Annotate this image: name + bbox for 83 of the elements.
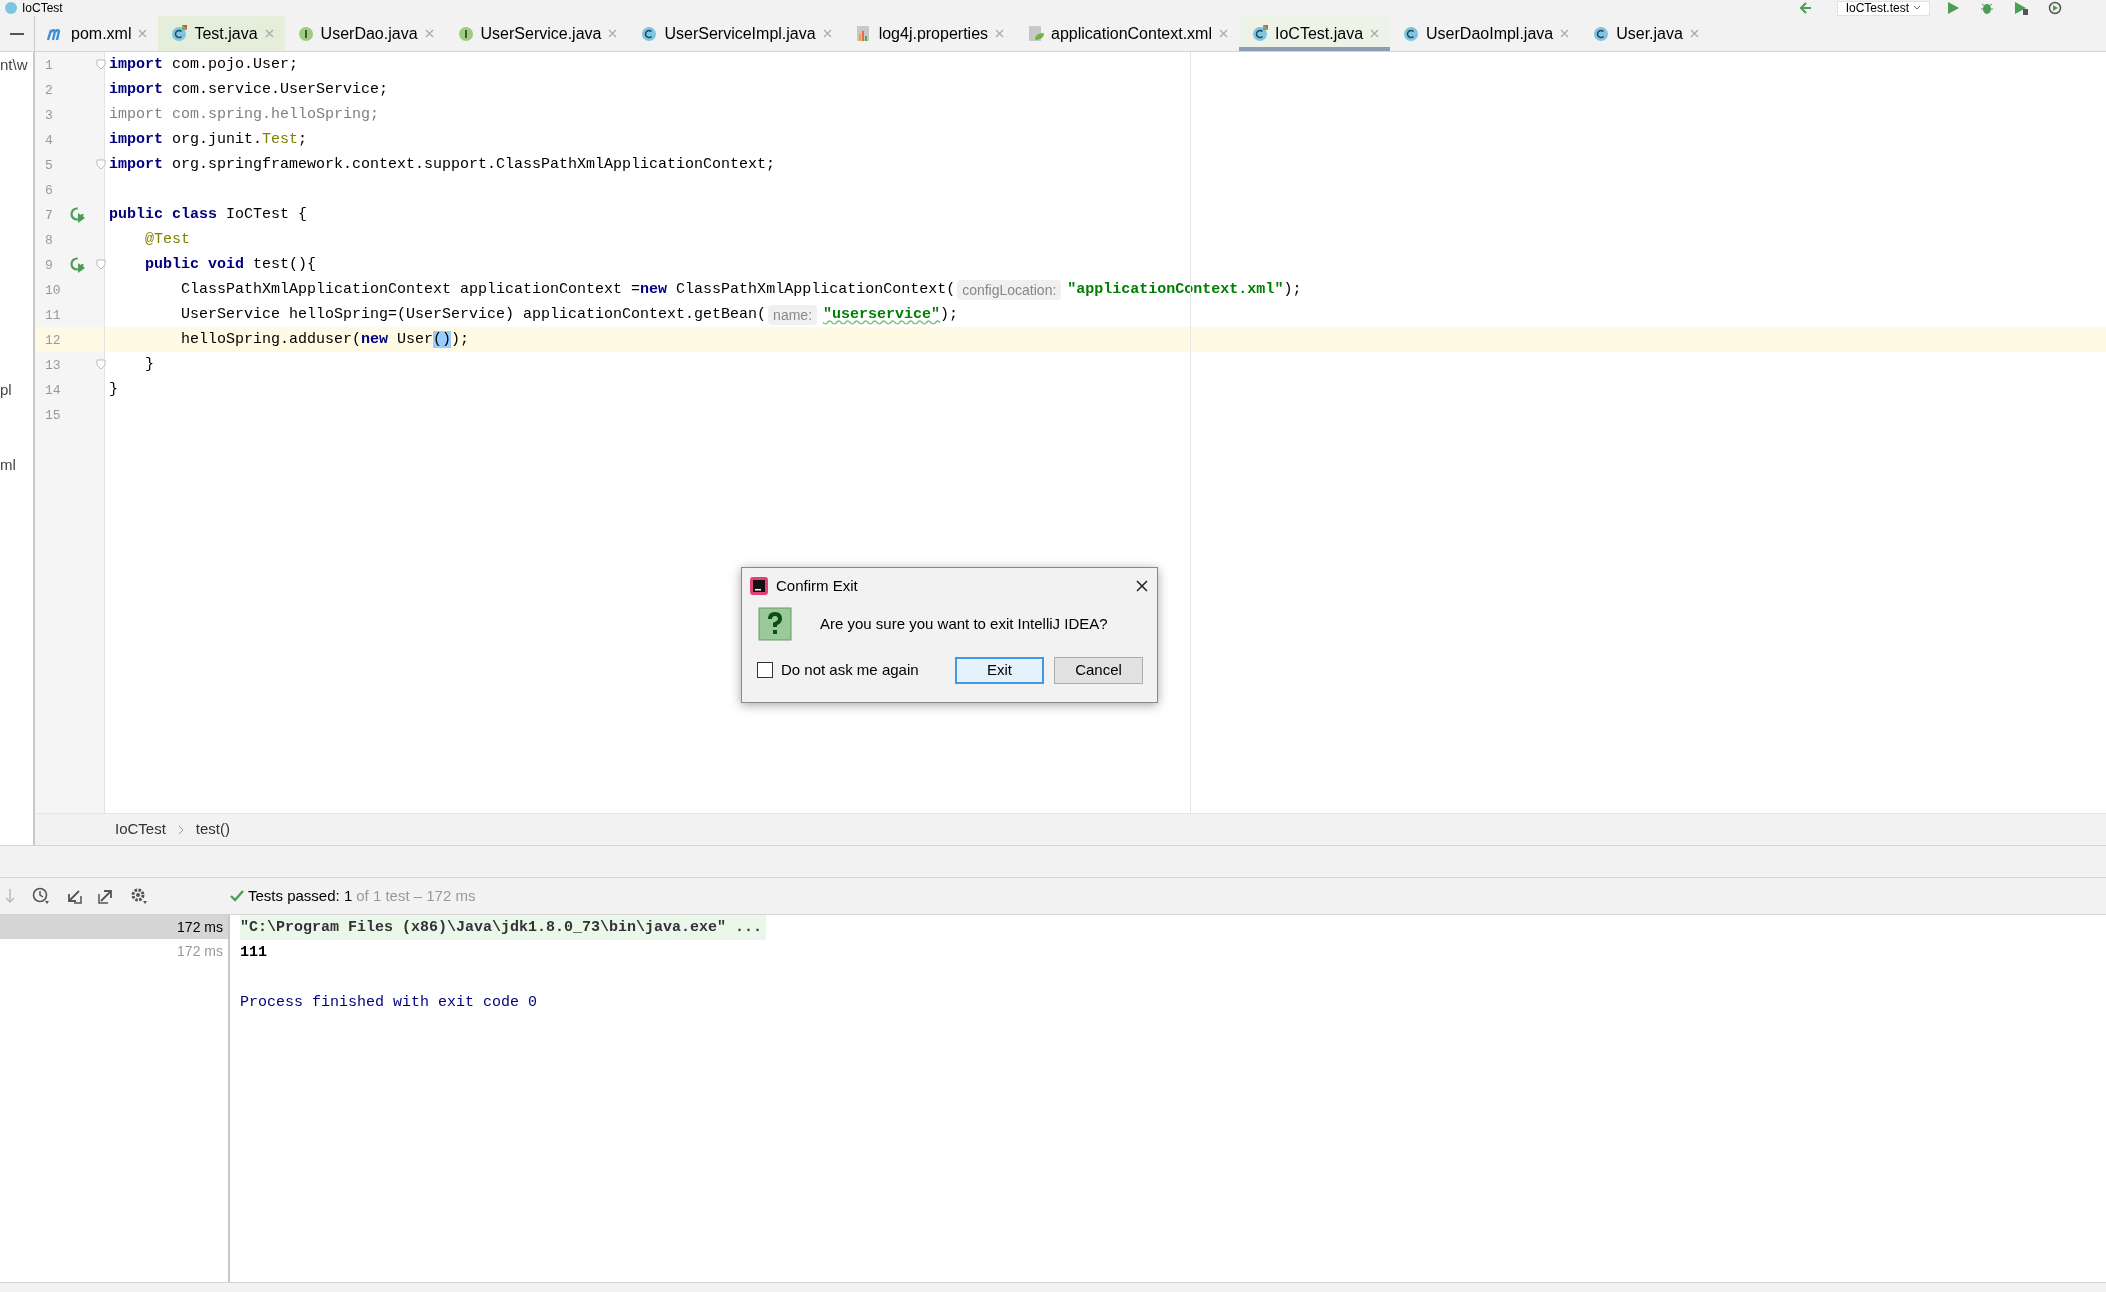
code-text: "applicationContext.xml"); <box>1067 280 1302 300</box>
interface-icon <box>296 24 315 43</box>
line-number: 13 <box>45 357 61 375</box>
editor-tab[interactable]: UserServiceImpl.java <box>628 16 843 51</box>
code-text: public void test(){ <box>144 255 317 275</box>
editor-tab[interactable]: UserDaoImpl.java <box>1390 16 1581 51</box>
interface-icon <box>456 24 475 43</box>
parameter-hint: name: <box>768 304 818 325</box>
dialog-title: Confirm Exit <box>776 575 858 596</box>
test-status: Tests passed: 1 <box>248 885 353 906</box>
profile-icon[interactable] <box>2048 1 2062 15</box>
parameter-hint: configLocation: <box>957 279 1062 300</box>
line-number: 12 <box>45 332 61 350</box>
breadcrumb-item[interactable]: IoCTest <box>115 818 166 841</box>
import-icon[interactable] <box>66 888 82 904</box>
editor-tab[interactable]: pom.xml <box>35 16 159 51</box>
do-not-ask-checkbox[interactable]: Do not ask me again <box>757 658 919 682</box>
code-text: public class IoCTest { <box>109 205 308 225</box>
line-number: 5 <box>45 157 53 175</box>
editor-tab[interactable]: UserDao.java <box>284 16 445 51</box>
line-number: 6 <box>45 182 53 200</box>
run-test-icon[interactable] <box>69 207 86 224</box>
back-arrow-icon[interactable] <box>1798 1 1813 15</box>
test-duration[interactable]: 172 ms <box>0 915 228 939</box>
debug-icon[interactable] <box>1980 1 1994 15</box>
test-status-detail: of 1 test – 172 ms <box>356 885 476 906</box>
line-number: 14 <box>45 382 61 400</box>
fold-icon[interactable] <box>96 359 106 370</box>
app-logo-icon <box>750 577 768 595</box>
run-test-icon[interactable] <box>69 257 86 274</box>
code-text: import org.springframework.context.support.ClassPathXmlApplicationContext; <box>109 155 776 175</box>
breadcrumb-item[interactable]: test() <box>195 818 231 841</box>
editor-tab[interactable]: User.java <box>1580 16 1710 51</box>
line-number: 8 <box>45 232 53 250</box>
code-text: helloSpring.adduser(new User()); <box>180 330 470 350</box>
close-icon[interactable] <box>1135 579 1149 593</box>
project-tree-item[interactable]: ml <box>0 452 33 477</box>
down-arrow-icon[interactable] <box>4 888 16 904</box>
dialog-button[interactable]: Cancel <box>1054 656 1143 684</box>
code-text: "userservice"); <box>823 305 959 325</box>
line-number: 11 <box>45 307 61 325</box>
fold-icon[interactable] <box>96 159 106 170</box>
dialog-button[interactable]: Exit <box>955 656 1044 684</box>
code-text: ClassPathXmlApplicationContext applicationContext =new ClassPathXmlApplicationContext( <box>180 280 956 300</box>
editor-tab[interactable]: Test.java <box>158 16 285 51</box>
line-number: 2 <box>45 82 53 100</box>
settings-icon[interactable] <box>130 887 148 905</box>
export-icon[interactable] <box>98 888 114 904</box>
console-line: 111 <box>240 943 268 963</box>
project-tree-item[interactable]: nt\w <box>0 52 33 77</box>
window-title: IoCTest <box>22 0 63 16</box>
line-number: 4 <box>45 132 53 150</box>
question-icon <box>758 607 792 641</box>
code-text: UserService helloSpring=(UserService) applicationContext.getBean( <box>180 305 767 325</box>
xml-file-icon <box>1027 24 1046 43</box>
code-text: } <box>144 355 154 375</box>
line-number: 10 <box>45 282 61 300</box>
code-text: import com.spring.helloSpring; <box>109 105 380 125</box>
chevron-icon <box>177 824 184 835</box>
code-text: @Test <box>144 230 190 250</box>
line-number: 1 <box>45 57 53 75</box>
dialog-message: Are you sure you want to exit IntelliJ IDEA? <box>820 613 1108 634</box>
project-tree-item[interactable]: pl <box>0 377 33 402</box>
editor-tab[interactable]: IoCTest.java <box>1239 16 1391 51</box>
console-line: Process finished with exit code 0 <box>240 993 539 1013</box>
line-number: 9 <box>45 257 53 275</box>
check-icon <box>230 890 244 902</box>
code-text: import com.service.UserService; <box>109 80 389 100</box>
history-icon[interactable] <box>32 887 50 905</box>
code-text: import com.pojo.User; <box>109 55 299 75</box>
fold-icon[interactable] <box>96 59 106 70</box>
line-number: 15 <box>45 407 61 425</box>
code-text: import org.junit.Test; <box>109 130 308 150</box>
editor-tab[interactable]: applicationContext.xml <box>1015 16 1239 51</box>
line-number: 7 <box>45 207 53 225</box>
fold-icon[interactable] <box>96 259 106 270</box>
editor-tab[interactable]: log4j.properties <box>842 16 1016 51</box>
line-number: 3 <box>45 107 53 125</box>
code-text: } <box>109 380 118 400</box>
coverage-icon[interactable] <box>2014 1 2028 15</box>
caret-icon <box>1913 5 1921 11</box>
run-configuration-dropdown[interactable]: IoCTest.test <box>1836 0 1930 16</box>
editor-tab[interactable]: UserService.java <box>444 16 629 51</box>
